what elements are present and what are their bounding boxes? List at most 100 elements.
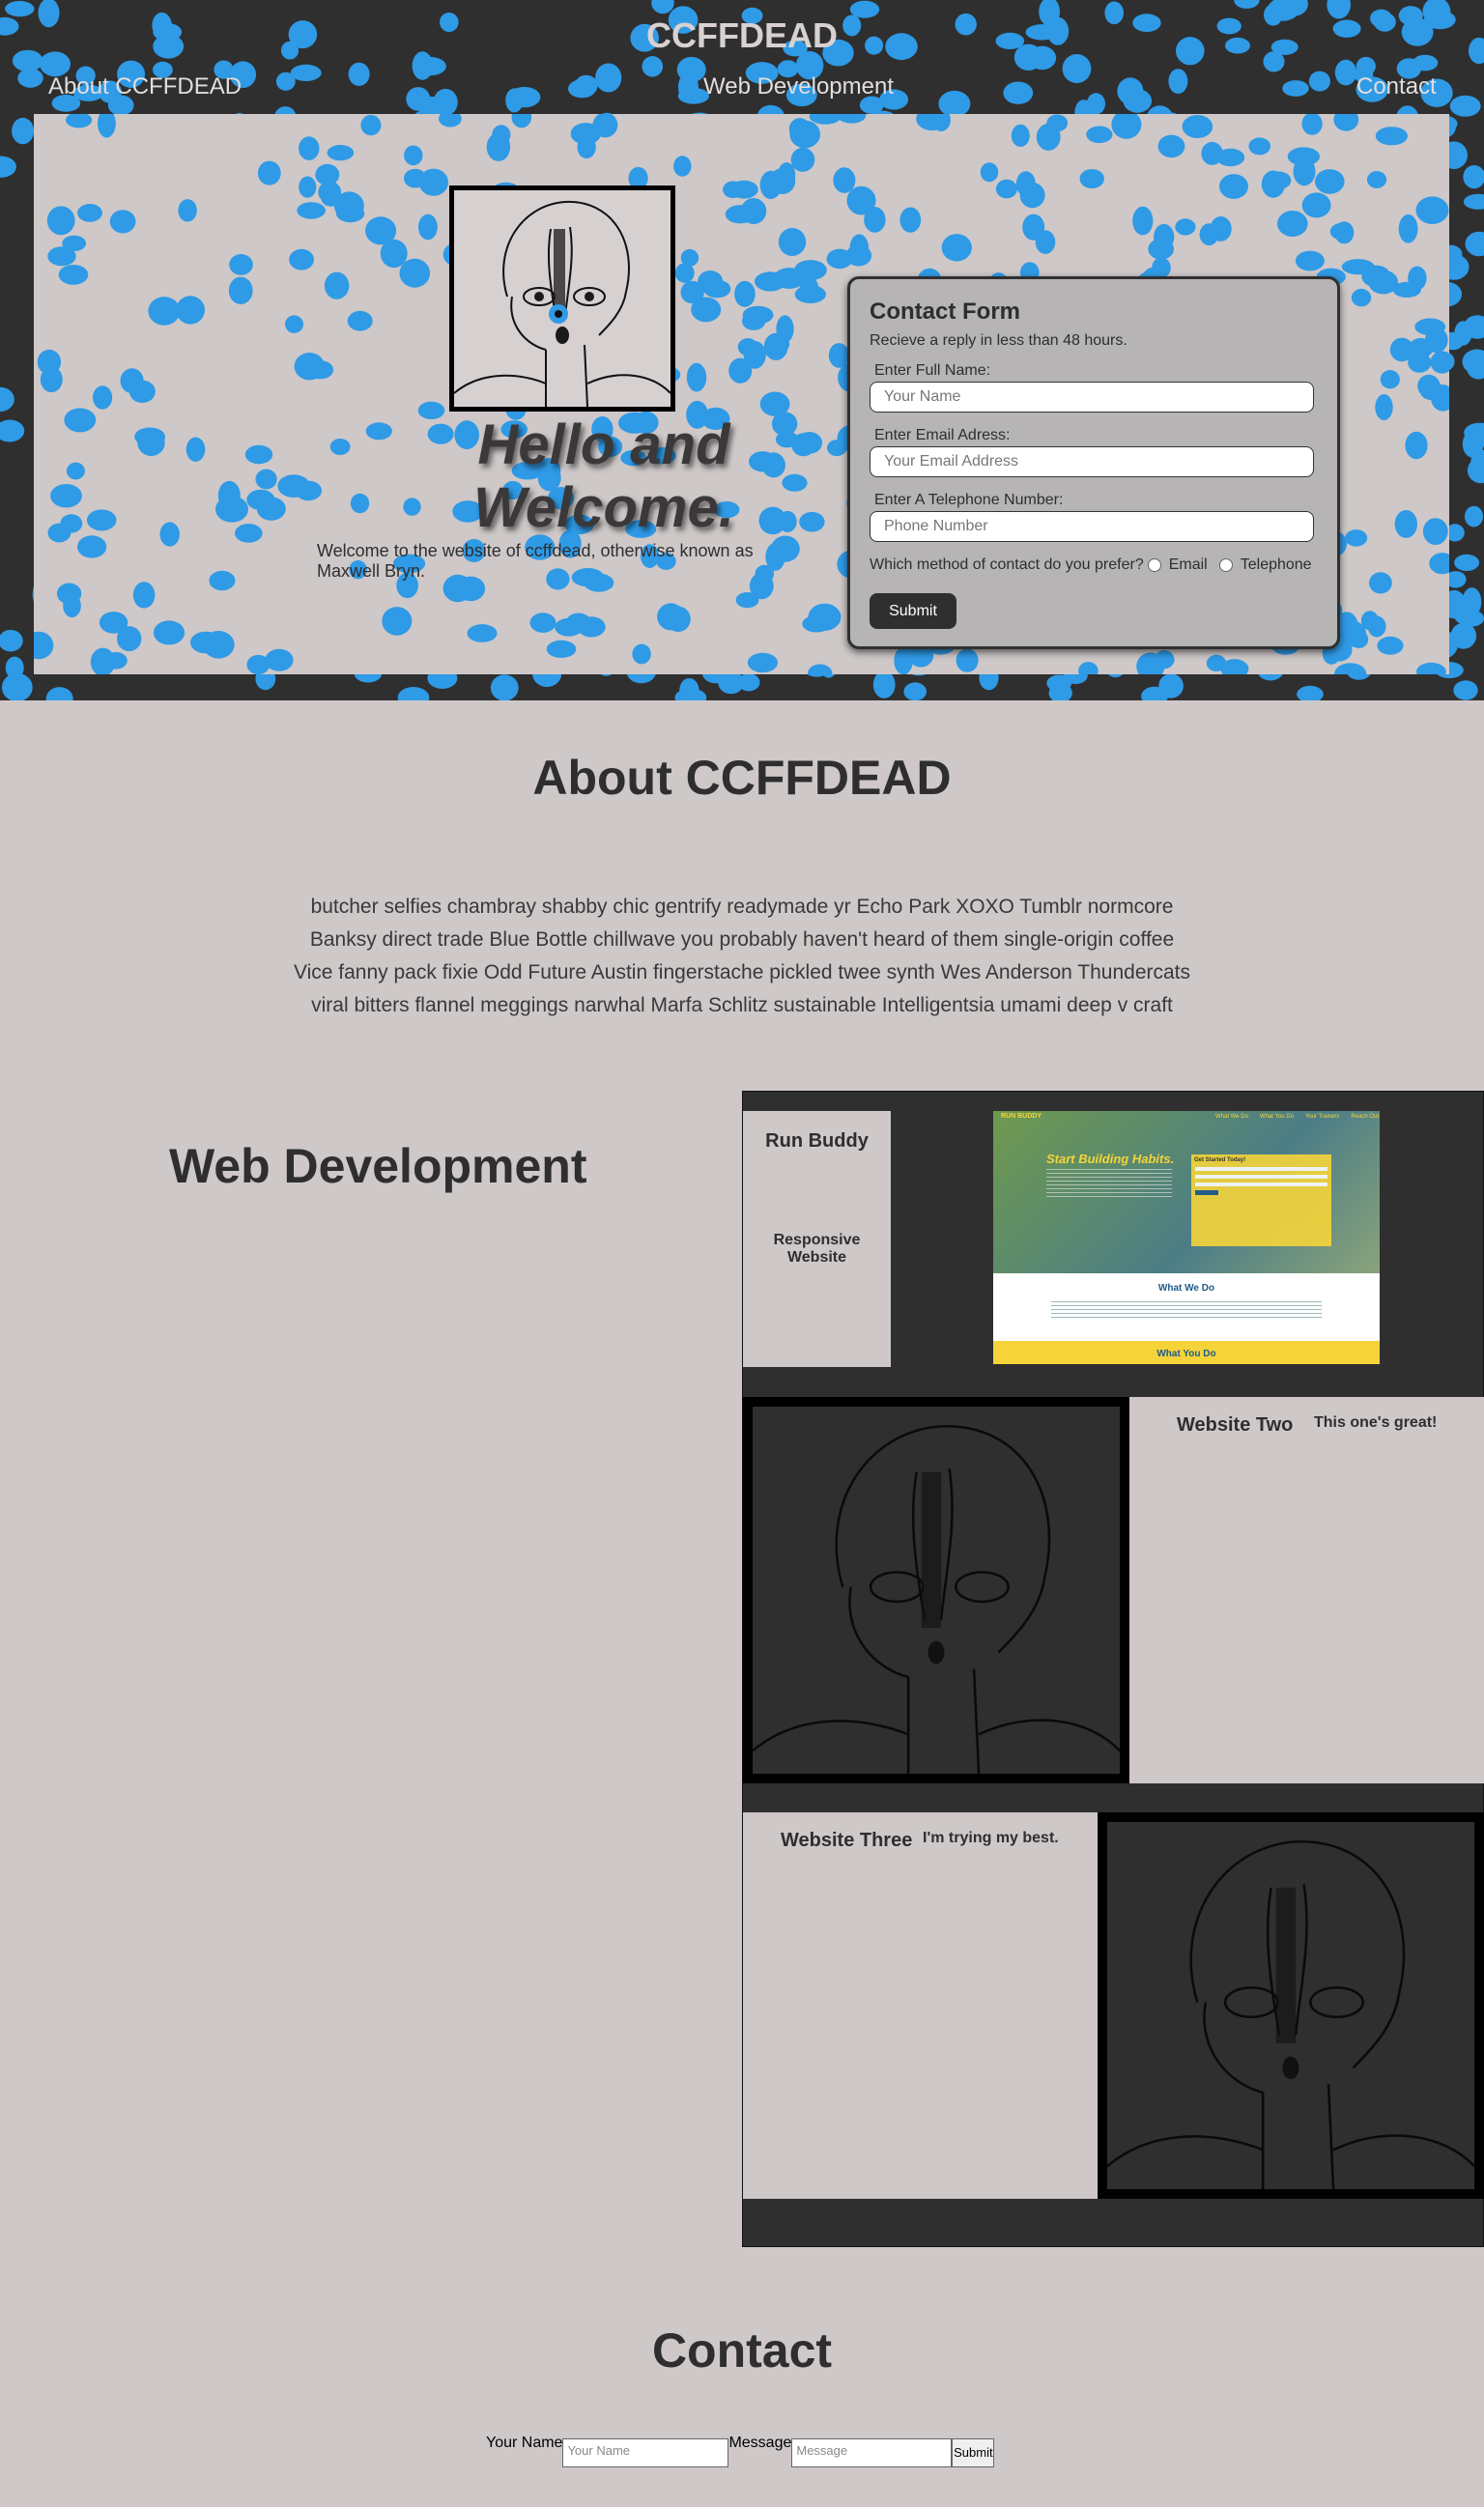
submit-button[interactable]: Submit [870, 593, 956, 629]
blue-dot [1315, 169, 1345, 194]
blue-dot [117, 626, 142, 652]
blue-dot [290, 64, 322, 81]
blue-dot [350, 493, 370, 514]
blue-dot [799, 276, 819, 300]
nav-contact[interactable]: Contact [1356, 73, 1437, 100]
blue-dot [1394, 510, 1418, 538]
run-buddy-card[interactable]: Run Buddy Responsive Website [743, 1111, 891, 1367]
about-text: butcher selfies chambray shabby chic gen… [293, 896, 1191, 1016]
blue-dot [1334, 663, 1367, 674]
blue-dot [1216, 148, 1245, 167]
blue-dot [809, 114, 842, 125]
full-name-input[interactable]: Your Name [870, 382, 1314, 413]
blue-dot [265, 648, 294, 671]
blue-dot [202, 631, 235, 659]
website-two-portrait[interactable] [743, 1397, 1129, 1783]
hero-welcome-text: Welcome to the website of ccffdead, othe… [317, 541, 754, 581]
blue-dot [1465, 231, 1484, 257]
blue-dot [98, 114, 116, 138]
blue-dot [1168, 69, 1188, 94]
website-three-portrait[interactable] [1098, 1812, 1484, 2199]
blue-dot [1450, 622, 1477, 649]
blue-dot [1463, 165, 1484, 189]
blue-dot [1405, 431, 1428, 460]
nav-web-development[interactable]: Web Development [703, 73, 894, 100]
blue-dot [529, 613, 556, 633]
blue-dot [5, 1, 35, 17]
nav-about[interactable]: About CCFFDEAD [48, 73, 242, 100]
contact-submit-button[interactable]: Submit [952, 2438, 995, 2467]
blue-dot [40, 366, 63, 393]
website-three-card[interactable]: Website Three I'm trying my best. [743, 1812, 1098, 2199]
blue-dot [595, 63, 622, 93]
blue-dot [828, 343, 850, 368]
blue-dot [740, 198, 767, 224]
blue-dot [837, 114, 867, 124]
blue-dot [1277, 211, 1308, 237]
blue-dot [1011, 124, 1030, 147]
blue-dot [1219, 174, 1248, 199]
blue-dot [1267, 171, 1292, 189]
blue-dot [1422, 518, 1448, 545]
blue-dot [508, 86, 541, 108]
blue-dot [1248, 137, 1270, 156]
blue-dot [186, 437, 206, 462]
contact-form-card: Contact Form Recieve a reply in less tha… [847, 276, 1340, 649]
blue-dot [894, 646, 913, 674]
blue-dot [1333, 114, 1359, 131]
form-title: Contact Form [870, 299, 1020, 325]
blue-dot [64, 408, 97, 433]
screenshot-nav-item: What You Do [1259, 1114, 1294, 1120]
blue-dot [0, 156, 16, 178]
blue-dot [418, 214, 438, 241]
email-radio[interactable] [1147, 558, 1161, 572]
blue-dot [1182, 115, 1213, 138]
blue-dot [77, 535, 107, 558]
blue-dot [299, 176, 317, 198]
blue-dot [256, 497, 286, 521]
blue-dot [348, 62, 370, 86]
blue-dot [12, 117, 35, 145]
run-buddy-screenshot[interactable]: RUN BUDDY What We Do What You Do Your Tr… [993, 1111, 1380, 1364]
blue-dot [742, 305, 774, 325]
blue-dot [120, 368, 144, 394]
email-input[interactable]: Your Email Address [870, 446, 1314, 477]
blue-dot [439, 114, 462, 128]
message-textarea[interactable]: Message [791, 2438, 953, 2467]
blue-dot [1022, 214, 1045, 241]
phone-input[interactable]: Phone Number [870, 511, 1314, 542]
blue-dot [360, 115, 382, 136]
blue-dot [1416, 662, 1446, 674]
blue-dot [66, 114, 93, 128]
blue-dot [1301, 114, 1323, 135]
telephone-radio-label: Telephone [1240, 556, 1312, 573]
blue-dot [826, 248, 853, 270]
blue-dot [771, 535, 800, 562]
blue-dot [159, 522, 180, 547]
blue-dot [941, 234, 972, 262]
blue-dot [66, 462, 85, 480]
blue-dot [1375, 394, 1393, 420]
blue-dot [1154, 223, 1175, 250]
blue-dot [1015, 171, 1036, 197]
blue-dot [899, 207, 922, 233]
name-input[interactable]: Your Name [562, 2438, 729, 2467]
blue-dot [58, 265, 89, 285]
blue-dot [808, 603, 842, 631]
telephone-radio[interactable] [1218, 558, 1233, 572]
blue-dot [93, 385, 113, 410]
run-buddy-title: Run Buddy [765, 1130, 869, 1152]
blue-dot [148, 297, 181, 326]
avatar-portrait [449, 185, 675, 412]
blue-dot [1175, 218, 1196, 236]
blue-dot [1301, 192, 1331, 218]
contact-row: Your Name Your Name Message Message Subm… [486, 2435, 995, 2467]
portrait-sketch-icon [753, 1425, 1120, 1774]
website-two-title: Website Two [1177, 1414, 1294, 1436]
blue-dot [228, 276, 253, 304]
website-two-card[interactable]: Website Two This one's great! [1129, 1397, 1484, 1783]
website-two-subtitle: This one's great! [1314, 1414, 1438, 1431]
blue-dot [833, 167, 856, 193]
blue-dot [1341, 259, 1375, 275]
blue-dot [1453, 680, 1478, 700]
